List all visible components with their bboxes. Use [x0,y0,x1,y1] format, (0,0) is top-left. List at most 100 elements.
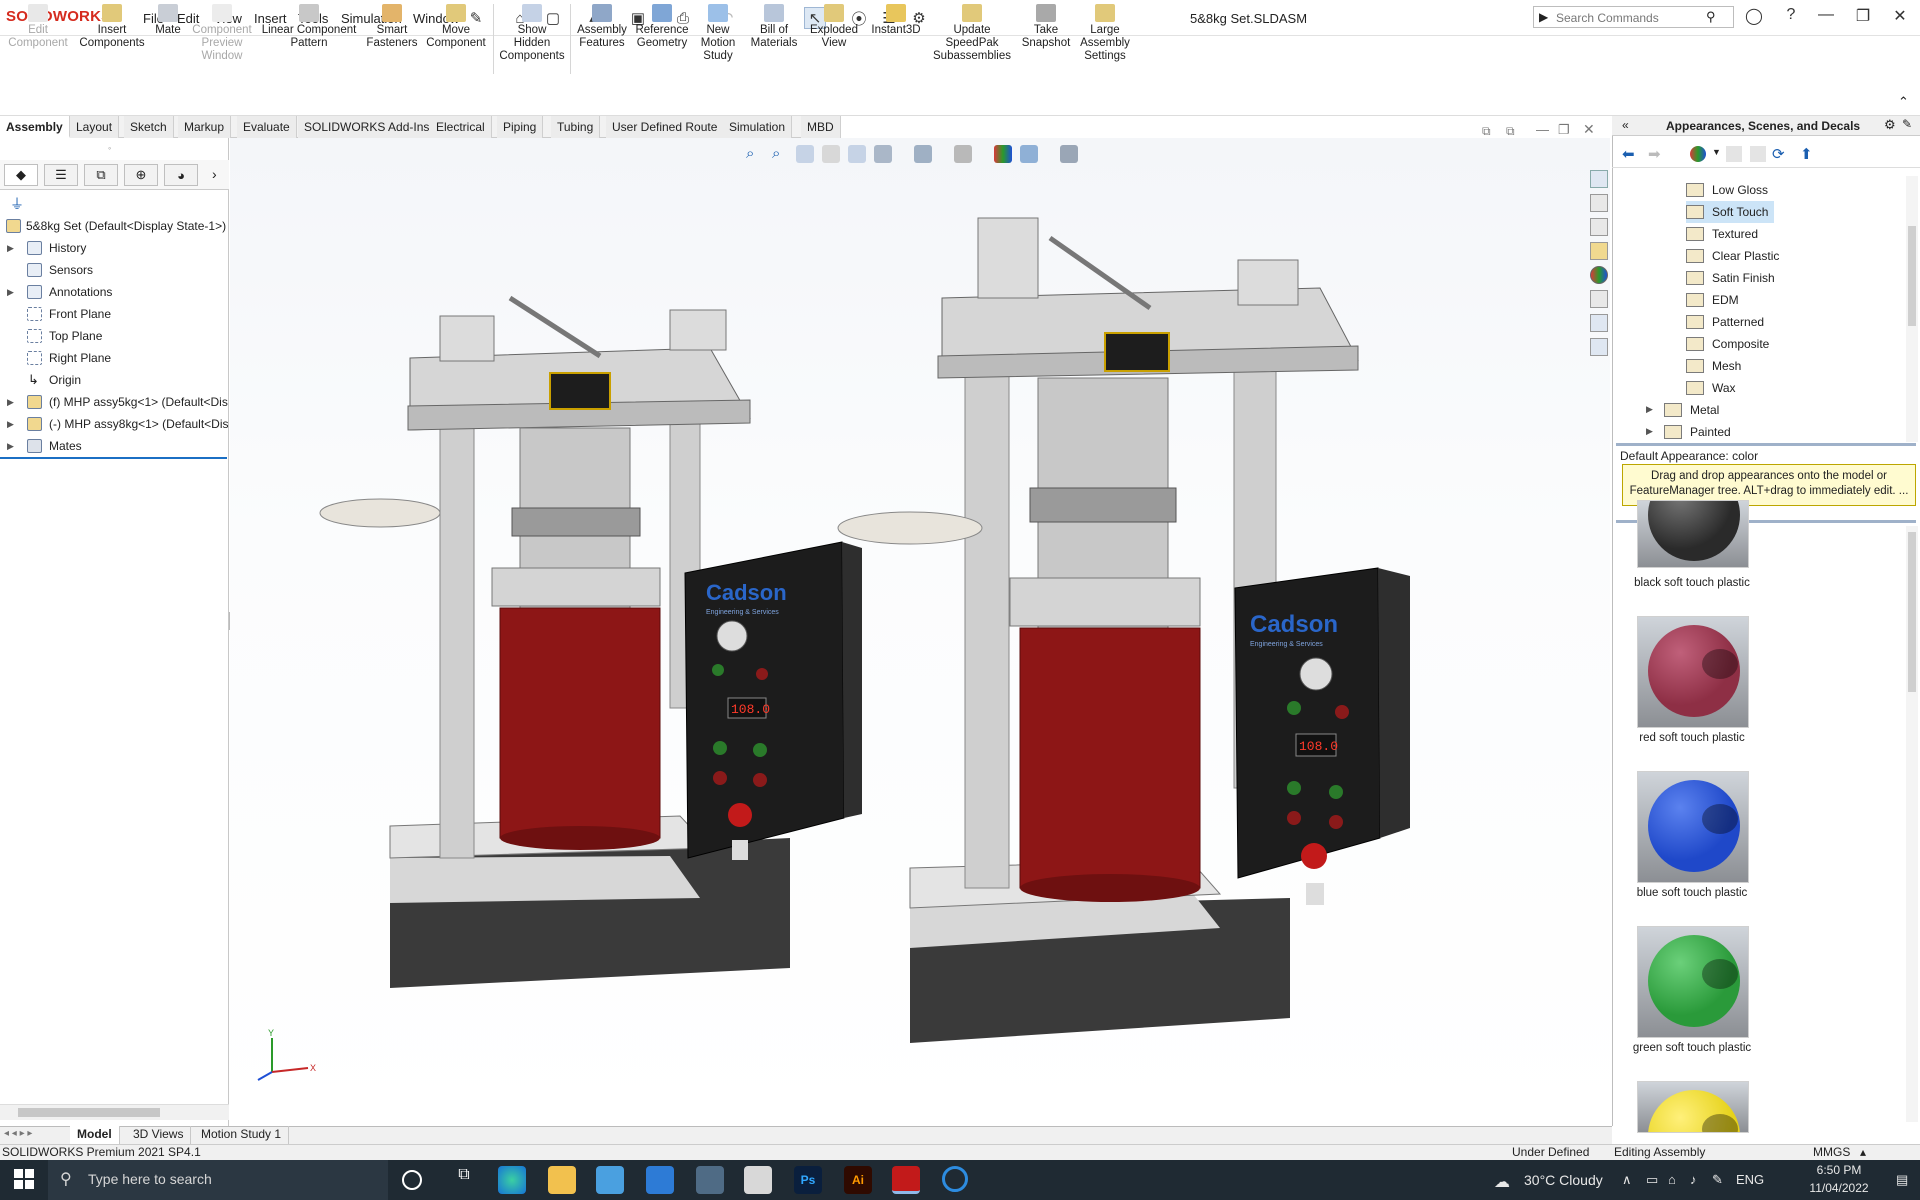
restore-window-icon[interactable]: ❐ [1849,6,1877,28]
tree-item-history[interactable]: ▶ History [0,237,229,259]
mate-button[interactable]: Mate [151,4,185,37]
up-folder-icon[interactable]: ⬆ [1800,145,1813,163]
swatch-scrollbar[interactable] [1906,526,1918,1122]
tab-scroll-arrows-icon[interactable]: ◂ ◂ ▸ ▸ [4,1128,32,1139]
take-snapshot-button[interactable]: Take Snapshot [1018,4,1074,50]
viewport-close-icon[interactable]: ✕ [1583,121,1595,138]
viewport-minimize-icon[interactable]: — [1536,122,1549,137]
component-preview-window-button[interactable]: Component Preview Window [188,4,256,63]
edit-appearance-icon[interactable] [994,145,1012,163]
back-arrow-icon[interactable]: ⬅ [1622,145,1635,163]
clock-time[interactable]: 6:50 PM [1808,1163,1870,1177]
close-window-icon[interactable]: ✕ [1886,6,1914,28]
swatch-red-soft-touch[interactable] [1637,616,1749,728]
tree-item-mates[interactable]: ▶ Mates [0,435,229,457]
file-explorer-icon[interactable] [1590,218,1608,236]
tree-item-right-plane[interactable]: Right Plane [0,347,229,369]
edit-component-button[interactable]: Edit Component [4,4,72,50]
design-library-icon[interactable] [1590,194,1608,212]
pane-splitter[interactable] [1616,443,1916,446]
paint-icon[interactable] [744,1166,772,1194]
folder-item-selected[interactable]: Soft Touch [1686,201,1774,223]
pin-pane-icon[interactable]: ✎ [1902,117,1912,131]
tab-motion-study-1[interactable]: Motion Study 1 [194,1126,290,1144]
minimize-window-icon[interactable]: — [1812,6,1840,28]
tray-pen-icon[interactable]: ✎ [1712,1172,1723,1188]
smart-fasteners-button[interactable]: Smart Fasteners [362,4,422,50]
expand-icon[interactable]: ▶ [7,435,14,457]
forward-arrow-icon[interactable]: ➡ [1648,145,1661,163]
feature-manager-tab-icon[interactable]: ◆ [4,164,38,186]
tab-piping[interactable]: Piping [497,116,544,138]
assembly-features-button[interactable]: Assembly Features [574,4,630,50]
windows-start-icon[interactable] [14,1169,34,1189]
tree-item-annotations[interactable]: ▶ Annotations [0,281,229,303]
mail-icon[interactable] [646,1166,674,1194]
tree-item-top-plane[interactable]: Top Plane [0,325,229,347]
press-8kg[interactable]: Cadson Engineering & Services 108.0 [837,217,1410,1043]
refresh-icon[interactable]: ⟳ [1772,145,1785,163]
rollback-bar[interactable] [0,457,227,459]
move-component-button[interactable]: Move Component [424,4,488,50]
chevron-right-icon[interactable]: › [212,166,217,182]
calculator-icon[interactable] [696,1166,724,1194]
notifications-icon[interactable]: ▤ [1896,1172,1908,1188]
collapse-ribbon-icon[interactable]: ⌃ [1898,94,1909,110]
press-5kg[interactable]: Cadson Engineering & Services 108.0 [319,295,862,988]
dynamic-annotation-icon[interactable] [848,145,866,163]
show-hidden-components-button[interactable]: Show Hidden Components [498,4,566,63]
update-speedpak-button[interactable]: Update SpeedPak Subassemblies [932,4,1012,63]
section-view-icon[interactable] [822,145,840,163]
appearances-icon[interactable] [1690,146,1706,162]
help-icon[interactable]: ? [1777,6,1805,28]
speaker-icon[interactable]: ♪ [1690,1172,1697,1187]
app-taskbar-icon[interactable] [942,1166,968,1192]
store-icon[interactable] [596,1166,624,1194]
appearances-tab-icon[interactable] [1590,266,1608,284]
weather-text[interactable]: 30°C Cloudy [1524,1172,1603,1188]
tab-model[interactable]: Model [70,1126,120,1144]
clock-date[interactable]: 11/04/2022 [1802,1181,1876,1195]
tab-evaluate[interactable]: Evaluate [237,116,297,138]
solidworks-forum-icon[interactable] [1590,314,1608,332]
dropdown-icon[interactable]: ▼ [1712,147,1721,157]
new-motion-study-button[interactable]: New Motion Study [695,4,741,63]
photoshop-icon[interactable]: Ps [794,1166,822,1194]
view-orientation-icon[interactable] [874,145,892,163]
configuration-manager-tab-icon[interactable]: ⧉ [84,164,118,186]
units-dropdown-icon[interactable]: ▴ [1860,1145,1866,1159]
zoom-to-fit-icon[interactable]: ⌕ [746,145,764,163]
expand-icon[interactable]: ▶ [7,237,14,259]
graphics-area[interactable]: Cadson Engineering & Services 108.0 Cads… [230,138,1610,1126]
custom-properties-icon[interactable] [1590,290,1608,308]
zoom-to-area-icon[interactable]: ⌕ [772,145,790,163]
bill-of-materials-button[interactable]: Bill of Materials [744,4,804,50]
tab-tubing[interactable]: Tubing [551,116,601,138]
tree-item-origin[interactable]: ↳ Origin [0,369,229,391]
tab-simulation[interactable]: Simulation [723,116,793,138]
tree-item-sensors[interactable]: Sensors [0,259,229,281]
instant3d-button[interactable]: Instant3D [866,4,926,37]
apply-scene-icon[interactable] [1020,145,1038,163]
display-manager-tab-icon[interactable]: ◕ [164,164,198,186]
previous-view-icon[interactable] [796,145,814,163]
tab-sketch[interactable]: Sketch [124,116,174,138]
add-folder-icon[interactable] [1726,146,1742,162]
swatch-yellow-soft-touch[interactable] [1637,1081,1749,1133]
tab-user-defined-route[interactable]: User Defined Route [606,116,725,138]
cortana-icon[interactable] [402,1170,422,1190]
solidworks-resources-icon[interactable] [1590,170,1608,188]
panel-grip-icon[interactable]: ◦ [108,143,111,153]
tab-3d-views[interactable]: 3D Views [126,1126,192,1144]
viewport-maximize-icon[interactable]: ❐ [1558,122,1570,138]
illustrator-icon[interactable]: Ai [844,1166,872,1194]
tab-markup[interactable]: Markup [178,116,232,138]
account-icon[interactable]: ◯ [1740,6,1768,28]
tree-item-front-plane[interactable]: Front Plane [0,303,229,325]
swatch-black-soft-touch[interactable] [1637,500,1749,568]
language-indicator[interactable]: ENG [1736,1172,1764,1187]
insert-components-button[interactable]: Insert Components [76,4,148,50]
taskbar-search-field[interactable]: ⚲ Type here to search [48,1160,388,1200]
scrollbar-thumb[interactable] [1908,226,1916,326]
expand-icon[interactable]: ▶ [7,391,14,413]
